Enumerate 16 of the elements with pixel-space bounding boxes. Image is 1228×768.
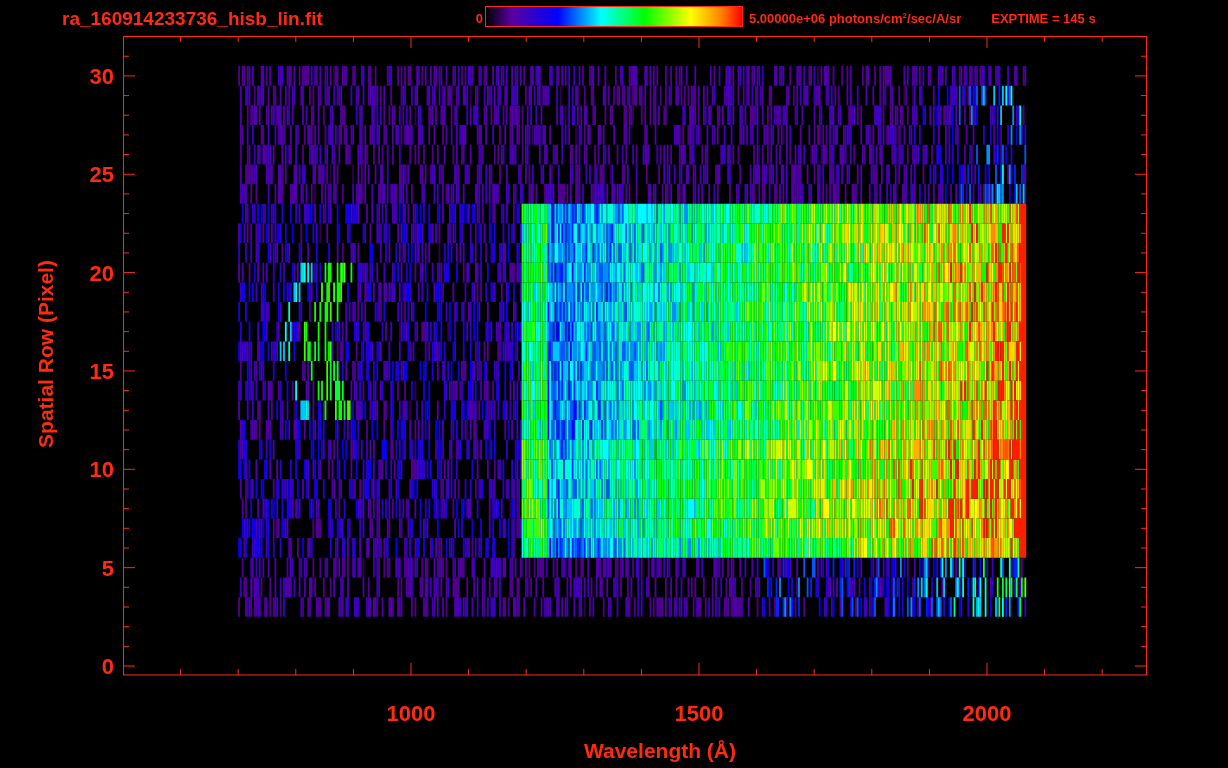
x-axis-title: Wavelength (Å) [583, 739, 737, 762]
y-tick-label: 10 [89, 457, 114, 483]
y-tick-label: 25 [89, 162, 114, 188]
colorbar-max-label: 5.00000e+06 photons/cm$^{2}$/sec/A/sr [749, 11, 962, 27]
file-title: ra_160914233736_hisb_lin.fit [62, 8, 324, 30]
x-tick-label: 1500 [674, 701, 724, 726]
x-tick-label: 1000 [386, 701, 436, 726]
y-tick-label: 0 [101, 654, 114, 679]
y-tick-label: 15 [89, 358, 114, 384]
y-tick-label: 20 [89, 260, 114, 286]
exposure-time: EXPTIME = 145 s [991, 11, 1096, 26]
y-tick-label: 30 [89, 63, 114, 89]
colorbar-min-label: 0 [474, 11, 483, 26]
x-tick-label: 2000 [962, 701, 1012, 726]
y-axis-title: Spatial Row (Pixel) [34, 260, 57, 448]
y-tick-label: 5 [101, 555, 114, 581]
